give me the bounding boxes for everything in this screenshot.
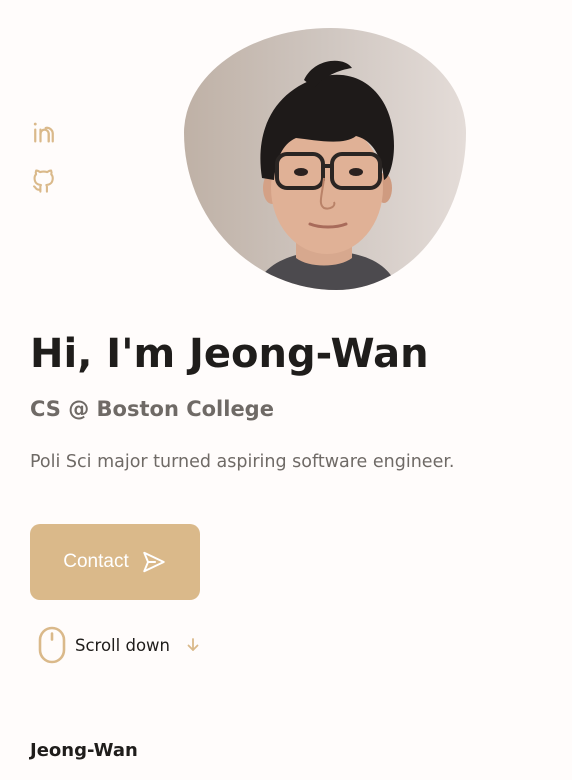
github-link[interactable] (30, 166, 58, 194)
footer-name: Jeong-Wan (30, 740, 138, 761)
contact-button[interactable]: Contact (30, 524, 200, 600)
social-links (30, 118, 58, 194)
home-section: Hi, I'm Jeong-Wan CS @ Boston College Po… (0, 0, 572, 780)
github-icon (33, 169, 54, 193)
scroll-down-link[interactable]: Scroll down (38, 626, 201, 664)
linkedin-icon (33, 122, 54, 143)
arrow-down-icon (179, 637, 201, 653)
send-icon (143, 551, 165, 573)
linkedin-link[interactable] (30, 118, 58, 146)
description: Poli Sci major turned aspiring software … (30, 452, 455, 472)
page-title: Hi, I'm Jeong-Wan (30, 331, 429, 377)
mouse-icon (38, 626, 66, 664)
scroll-down-label: Scroll down (75, 635, 170, 655)
profile-photo (184, 28, 466, 290)
subtitle: CS @ Boston College (30, 397, 274, 421)
contact-button-label: Contact (63, 551, 129, 572)
